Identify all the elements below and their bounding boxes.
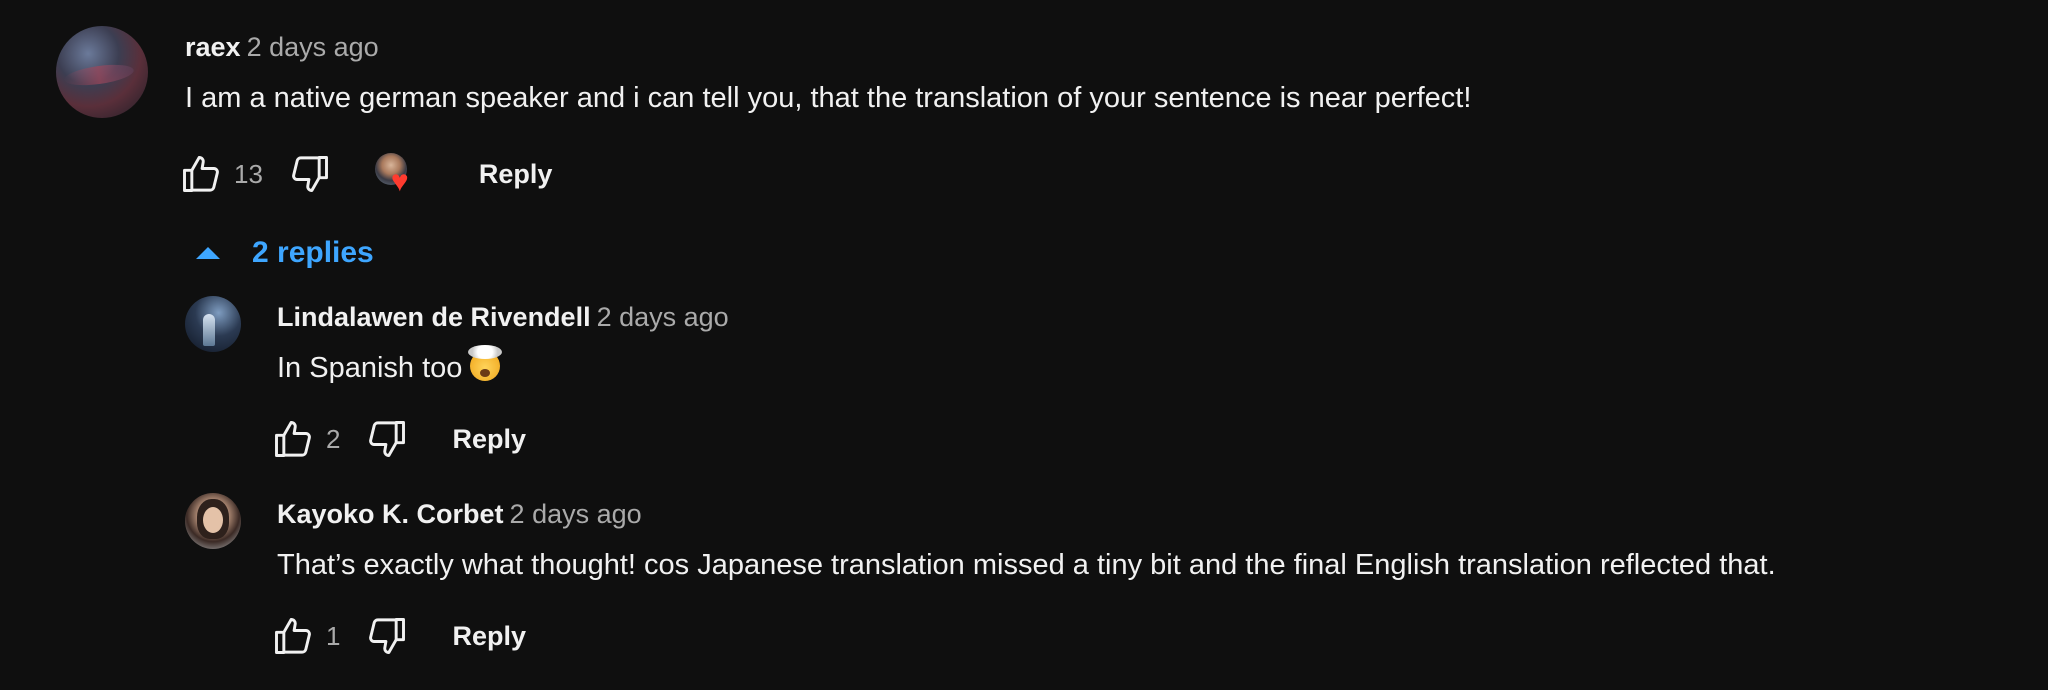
reply-text: That’s exactly what thought! cos Japanes…	[277, 549, 1776, 581]
dislike-button[interactable]	[364, 416, 410, 462]
thumbs-up-icon	[275, 421, 311, 457]
thumbs-down-icon	[292, 156, 328, 192]
avatar[interactable]	[185, 296, 241, 352]
reply-author[interactable]: Kayoko K. Corbet	[277, 499, 504, 529]
comment-time[interactable]: 2 days ago	[247, 32, 379, 62]
like-button[interactable]	[178, 151, 224, 197]
exploding-head-emoji-icon	[468, 345, 503, 381]
reply-actions: 1 Reply	[270, 612, 538, 660]
avatar[interactable]	[185, 493, 241, 549]
comment-author[interactable]: raex	[185, 32, 241, 62]
reply-header: Kayoko K. Corbet 2 days ago	[277, 498, 642, 530]
dislike-button[interactable]	[287, 151, 333, 197]
reply-author[interactable]: Lindalawen de Rivendell	[277, 302, 591, 332]
comment-actions: 13 ♥ Reply	[178, 150, 564, 198]
like-count: 1	[326, 620, 341, 651]
avatar[interactable]	[56, 26, 148, 118]
thumbs-down-icon	[369, 618, 406, 654]
replies-toggle[interactable]: 2 replies	[192, 236, 374, 270]
like-count: 2	[326, 423, 341, 454]
reply-time[interactable]: 2 days ago	[597, 302, 729, 332]
comment-text: I am a native german speaker and i can t…	[185, 82, 1472, 114]
like-button[interactable]	[270, 613, 316, 659]
like-count: 13	[234, 158, 263, 189]
reply-actions: 2 Reply	[270, 415, 538, 463]
reply-header: Lindalawen de Rivendell 2 days ago	[277, 301, 729, 333]
reply-text-line: In Spanish too	[277, 345, 503, 386]
thumbs-down-icon	[369, 421, 406, 457]
dislike-button[interactable]	[364, 613, 410, 659]
heart-icon: ♥	[390, 165, 409, 198]
thumbs-up-icon	[183, 156, 219, 192]
caret-up-icon	[192, 245, 224, 261]
creator-heart: ♥	[373, 151, 419, 197]
comment-header: raex 2 days ago	[185, 31, 379, 63]
thumbs-up-icon	[275, 618, 311, 654]
reply-time[interactable]: 2 days ago	[510, 499, 642, 529]
reply-button[interactable]: Reply	[467, 153, 565, 196]
like-button[interactable]	[270, 416, 316, 462]
reply-button[interactable]: Reply	[440, 615, 538, 658]
reply-button[interactable]: Reply	[440, 418, 538, 461]
reply-text: In Spanish too	[277, 352, 463, 384]
replies-count-label: 2 replies	[252, 236, 374, 269]
